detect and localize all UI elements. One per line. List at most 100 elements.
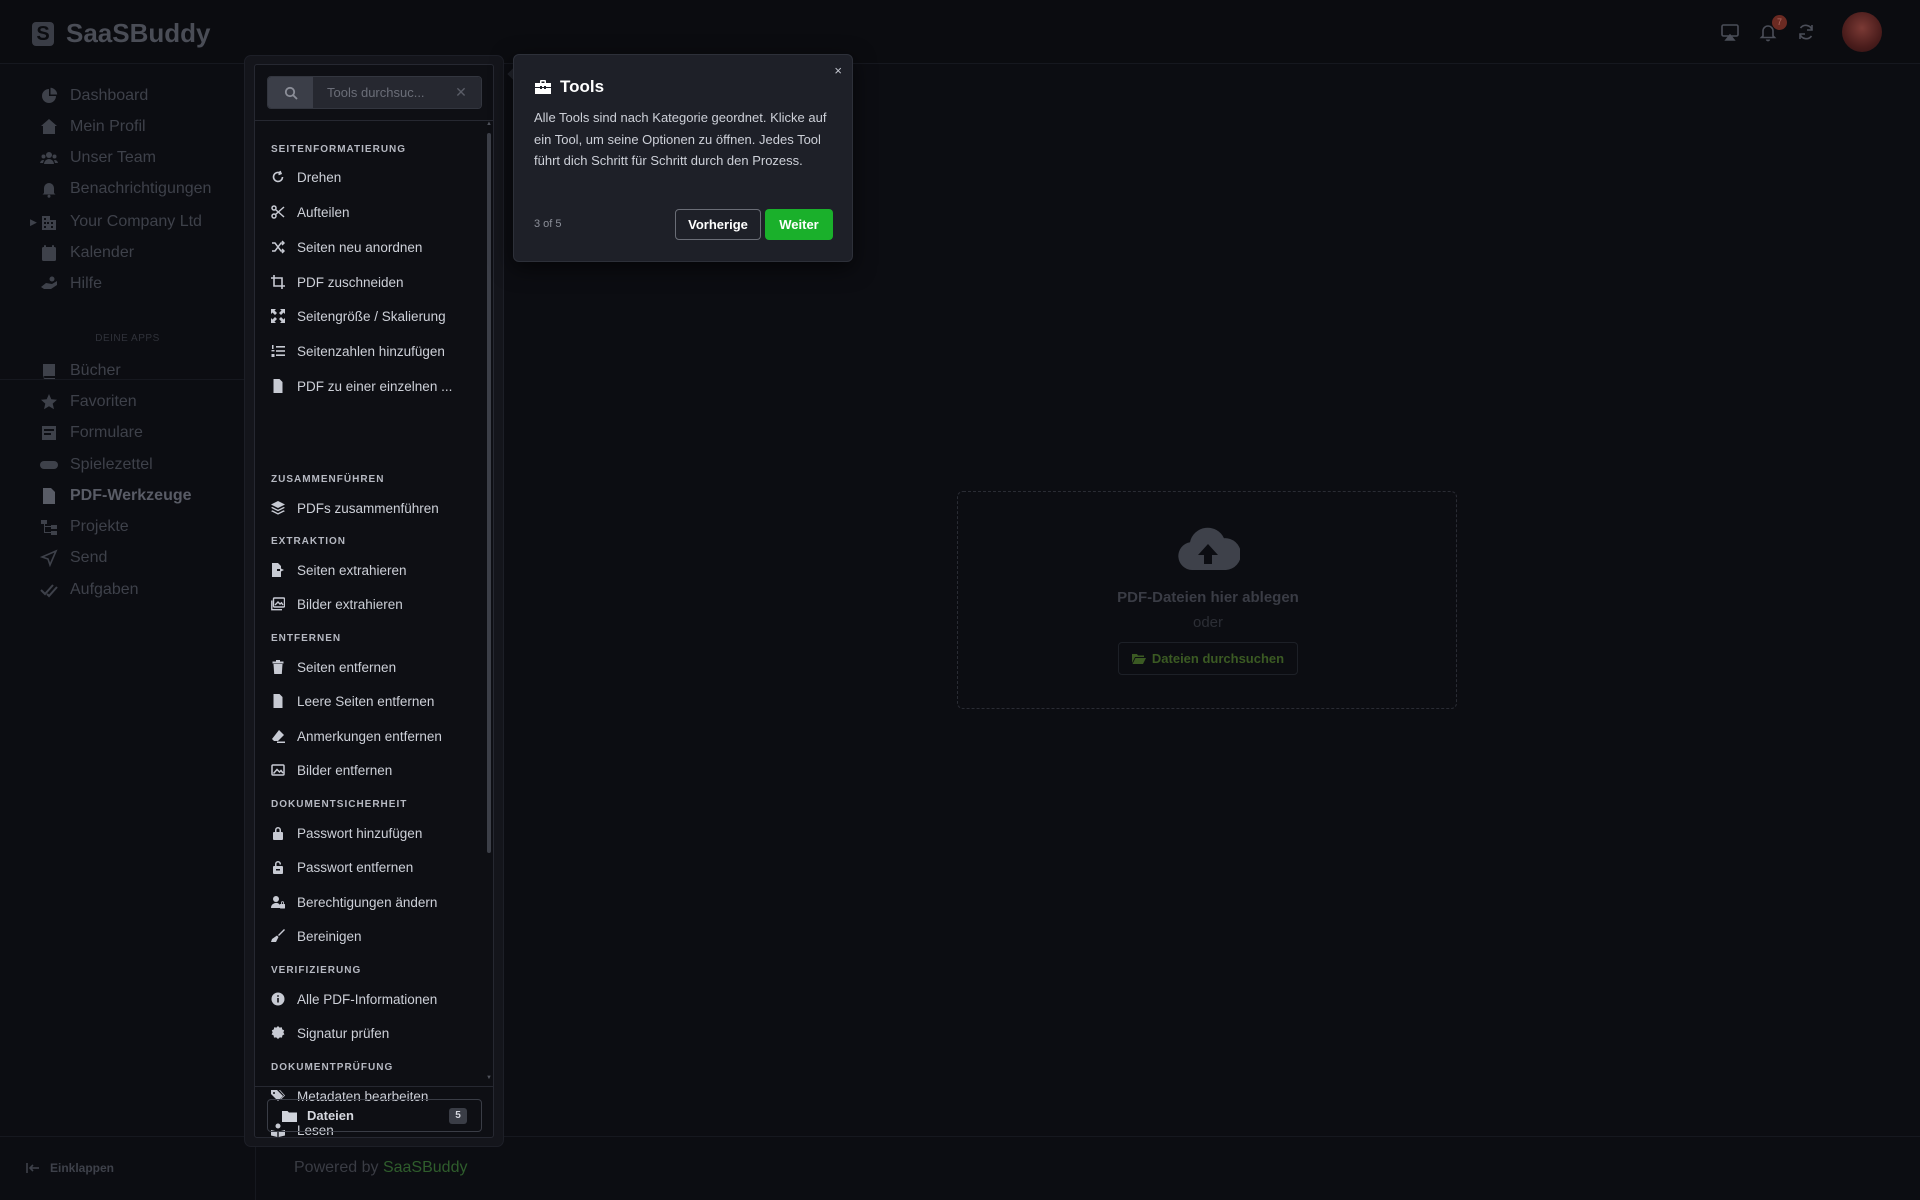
- sidebar-divider: [0, 379, 255, 380]
- tool-item-label: Seitenzahlen hinzufügen: [297, 343, 445, 359]
- category-label: DOKUMENTSICHERHEIT: [271, 799, 408, 810]
- sidebar-item-games[interactable]: Spielezettel: [40, 453, 153, 477]
- check-double-icon: [40, 581, 58, 599]
- form-icon: [40, 424, 58, 442]
- files-count-badge: 5: [449, 1107, 467, 1124]
- tool-item-pdf-info[interactable]: Alle PDF-Informationen: [271, 987, 483, 1011]
- sidebar-item-calendar[interactable]: Kalender: [40, 241, 134, 265]
- sidebar-item-tasks[interactable]: Aufgaben: [40, 578, 139, 602]
- next-button[interactable]: Weiter: [765, 209, 833, 240]
- tool-search-input[interactable]: [313, 77, 441, 108]
- top-bar: S SaaSBuddy 7: [0, 0, 1920, 64]
- bell-icon[interactable]: 7: [1758, 15, 1787, 42]
- tool-item-change-permissions[interactable]: Berechtigungen ändern: [271, 890, 483, 914]
- sidebar-item-label: PDF-Werkzeuge: [70, 487, 192, 504]
- tool-item-remove-pages[interactable]: Seiten entfernen: [271, 655, 483, 679]
- avatar[interactable]: [1842, 12, 1882, 52]
- tool-item-merge[interactable]: PDFs zusammenführen: [271, 496, 483, 520]
- sidebar-item-profile[interactable]: Mein Profil: [40, 115, 146, 139]
- tool-item-remove-password[interactable]: Passwort entfernen: [271, 855, 483, 879]
- sidebar-item-label: Dashboard: [70, 87, 149, 104]
- browse-files-button[interactable]: Dateien durchsuchen: [1118, 642, 1298, 675]
- tool-item-crop[interactable]: PDF zuschneiden: [271, 270, 483, 294]
- hands-help-icon: [40, 275, 58, 293]
- tool-item-reorder[interactable]: Seiten neu anordnen: [271, 235, 483, 259]
- popover-body: Alle Tools sind nach Kategorie geordnet.…: [534, 110, 827, 168]
- pdf-dropzone[interactable]: PDF-Dateien hier ablegen oder Dateien du…: [957, 491, 1457, 709]
- collapse-icon: [26, 1163, 39, 1173]
- tool-item-page-numbers[interactable]: Seitenzahlen hinzufügen: [271, 339, 483, 363]
- toolbox-icon: [534, 79, 552, 95]
- folder-icon: [282, 1109, 297, 1123]
- brand-name: SaaSBuddy: [66, 18, 211, 48]
- sidebar-item-company[interactable]: Your Company Ltd: [40, 210, 202, 234]
- sidebar-item-pdf-tools[interactable]: PDF-Werkzeuge: [40, 484, 192, 508]
- clear-search-button[interactable]: ✕: [441, 77, 481, 108]
- sidebar-item-label: Mein Profil: [70, 118, 146, 135]
- tool-item-add-password[interactable]: Passwort hinzufügen: [271, 821, 483, 845]
- expand-icon: [271, 309, 285, 323]
- category-label: VERIFIZIERUNG: [271, 965, 362, 976]
- tool-item-remove-annotations[interactable]: Anmerkungen entfernen: [271, 724, 483, 748]
- tool-item-extract-images[interactable]: Bilder extrahieren: [271, 592, 483, 616]
- scroll-down-icon[interactable]: ▼: [486, 1075, 492, 1081]
- cloud-upload-icon: [1176, 526, 1240, 572]
- tool-item-split[interactable]: Aufteilen: [271, 200, 483, 224]
- tour-popover: × Tools Alle Tools sind nach Kategorie g…: [513, 54, 853, 262]
- sidebar-item-projects[interactable]: Projekte: [40, 515, 129, 539]
- category-label: EXTRAKTION: [271, 536, 346, 547]
- tool-item-verify-signature[interactable]: Signatur prüfen: [271, 1021, 483, 1045]
- brand[interactable]: S SaaSBuddy: [32, 18, 211, 49]
- tool-item-label: Bilder extrahieren: [297, 596, 403, 612]
- tool-item-scale[interactable]: Seitengröße / Skalierung: [271, 304, 483, 328]
- chart-pie-icon: [40, 87, 58, 105]
- sidebar-item-books[interactable]: Bücher: [40, 359, 121, 383]
- eraser-icon: [271, 729, 285, 743]
- unlock-icon: [271, 860, 285, 874]
- caret-right-icon[interactable]: ▶: [30, 217, 37, 228]
- previous-button[interactable]: Vorherige: [675, 209, 761, 240]
- category-label: DOKUMENTPRÜFUNG: [271, 1062, 394, 1073]
- tool-item-remove-images[interactable]: Bilder entfernen: [271, 758, 483, 782]
- sidebar-item-label: Send: [70, 549, 108, 566]
- popover-title: Tools: [534, 77, 604, 97]
- files-divider: [255, 1086, 493, 1087]
- tool-item-remove-blank-pages[interactable]: Leere Seiten entfernen: [271, 689, 483, 713]
- sidebar-item-forms[interactable]: Formulare: [40, 421, 143, 445]
- collapse-sidebar-button[interactable]: Einklappen: [26, 1161, 114, 1175]
- scrollbar-thumb[interactable]: [487, 133, 491, 853]
- refresh-icon[interactable]: [1796, 22, 1816, 42]
- top-icons: 7: [1720, 12, 1882, 52]
- brand-logo: S: [32, 21, 54, 46]
- sidebar-item-label: Formulare: [70, 424, 143, 441]
- tool-item-rotate[interactable]: Drehen: [271, 165, 483, 189]
- sidebar-item-notifications[interactable]: Benachrichtigungen: [40, 177, 211, 201]
- tool-list: SEITENFORMATIERUNG Drehen Aufteilen Seit…: [255, 121, 485, 1138]
- tool-list-scrollbar[interactable]: ▲ ▼: [485, 121, 493, 1085]
- tool-item-label: Leere Seiten entfernen: [297, 693, 435, 709]
- tool-item-extract-pages[interactable]: Seiten extrahieren: [271, 558, 483, 582]
- tool-item-single-page[interactable]: PDF zu einer einzelnen ...: [271, 374, 483, 398]
- sidebar-item-team[interactable]: Unser Team: [40, 146, 156, 170]
- search-icon: [268, 77, 313, 108]
- cast-icon[interactable]: [1720, 22, 1740, 42]
- sidebar-item-dashboard[interactable]: Dashboard: [40, 84, 148, 108]
- close-popover-button[interactable]: ×: [834, 63, 842, 78]
- sidebar: Dashboard Mein Profil Unser Team Benachr…: [0, 64, 255, 1136]
- file-icon: [271, 379, 285, 393]
- gamepad-icon: [40, 456, 58, 474]
- tool-search: ✕: [267, 76, 482, 109]
- files-button[interactable]: Dateien 5: [267, 1099, 482, 1132]
- sidebar-item-favorites[interactable]: Favoriten: [40, 390, 137, 414]
- scissors-icon: [271, 205, 285, 219]
- layers-icon: [271, 501, 285, 515]
- folder-open-icon: [1131, 653, 1146, 664]
- powered-by-link[interactable]: SaaSBuddy: [383, 1159, 468, 1176]
- sidebar-item-send[interactable]: Send: [40, 546, 107, 570]
- sidebar-item-help[interactable]: Hilfe: [40, 272, 102, 296]
- tool-item-sanitize[interactable]: Bereinigen: [271, 924, 483, 948]
- category-label: ENTFERNEN: [271, 633, 342, 644]
- tool-item-label: Bereinigen: [297, 928, 362, 944]
- scroll-up-icon[interactable]: ▲: [486, 121, 492, 127]
- broom-icon: [271, 929, 285, 943]
